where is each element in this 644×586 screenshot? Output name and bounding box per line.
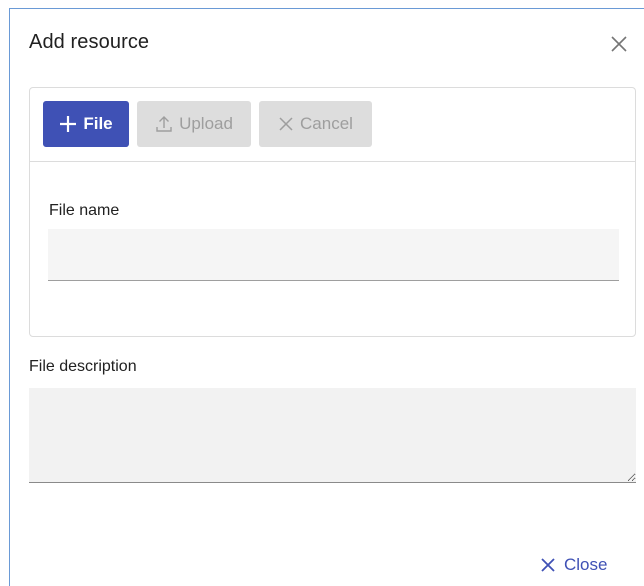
file-description-label: File description <box>29 358 137 375</box>
upload-toolbar: File Upload Cancel <box>30 88 635 162</box>
cancel-label: Cancel <box>300 114 353 133</box>
add-file-label: File <box>83 114 113 133</box>
add-file-button[interactable]: File <box>43 101 129 147</box>
add-resource-dialog: Add resource File Upload Cancel File nam… <box>9 8 644 586</box>
file-description-textarea[interactable] <box>29 388 636 483</box>
upload-label: Upload <box>179 114 233 133</box>
file-name-input[interactable] <box>48 229 619 281</box>
close-button[interactable]: Close <box>540 553 607 577</box>
upload-button[interactable]: Upload <box>137 101 251 147</box>
close-button-label: Close <box>564 555 608 574</box>
dialog-close-button[interactable] <box>610 35 628 53</box>
plus-icon <box>59 115 77 133</box>
cancel-upload-button[interactable]: Cancel <box>259 101 372 147</box>
file-name-label: File name <box>49 202 120 219</box>
file-upload-card: File Upload Cancel File name <box>29 87 636 337</box>
close-icon <box>278 116 294 132</box>
dialog-title: Add resource <box>29 31 150 53</box>
upload-icon <box>155 115 173 133</box>
close-icon <box>610 35 628 53</box>
close-icon <box>540 557 556 573</box>
